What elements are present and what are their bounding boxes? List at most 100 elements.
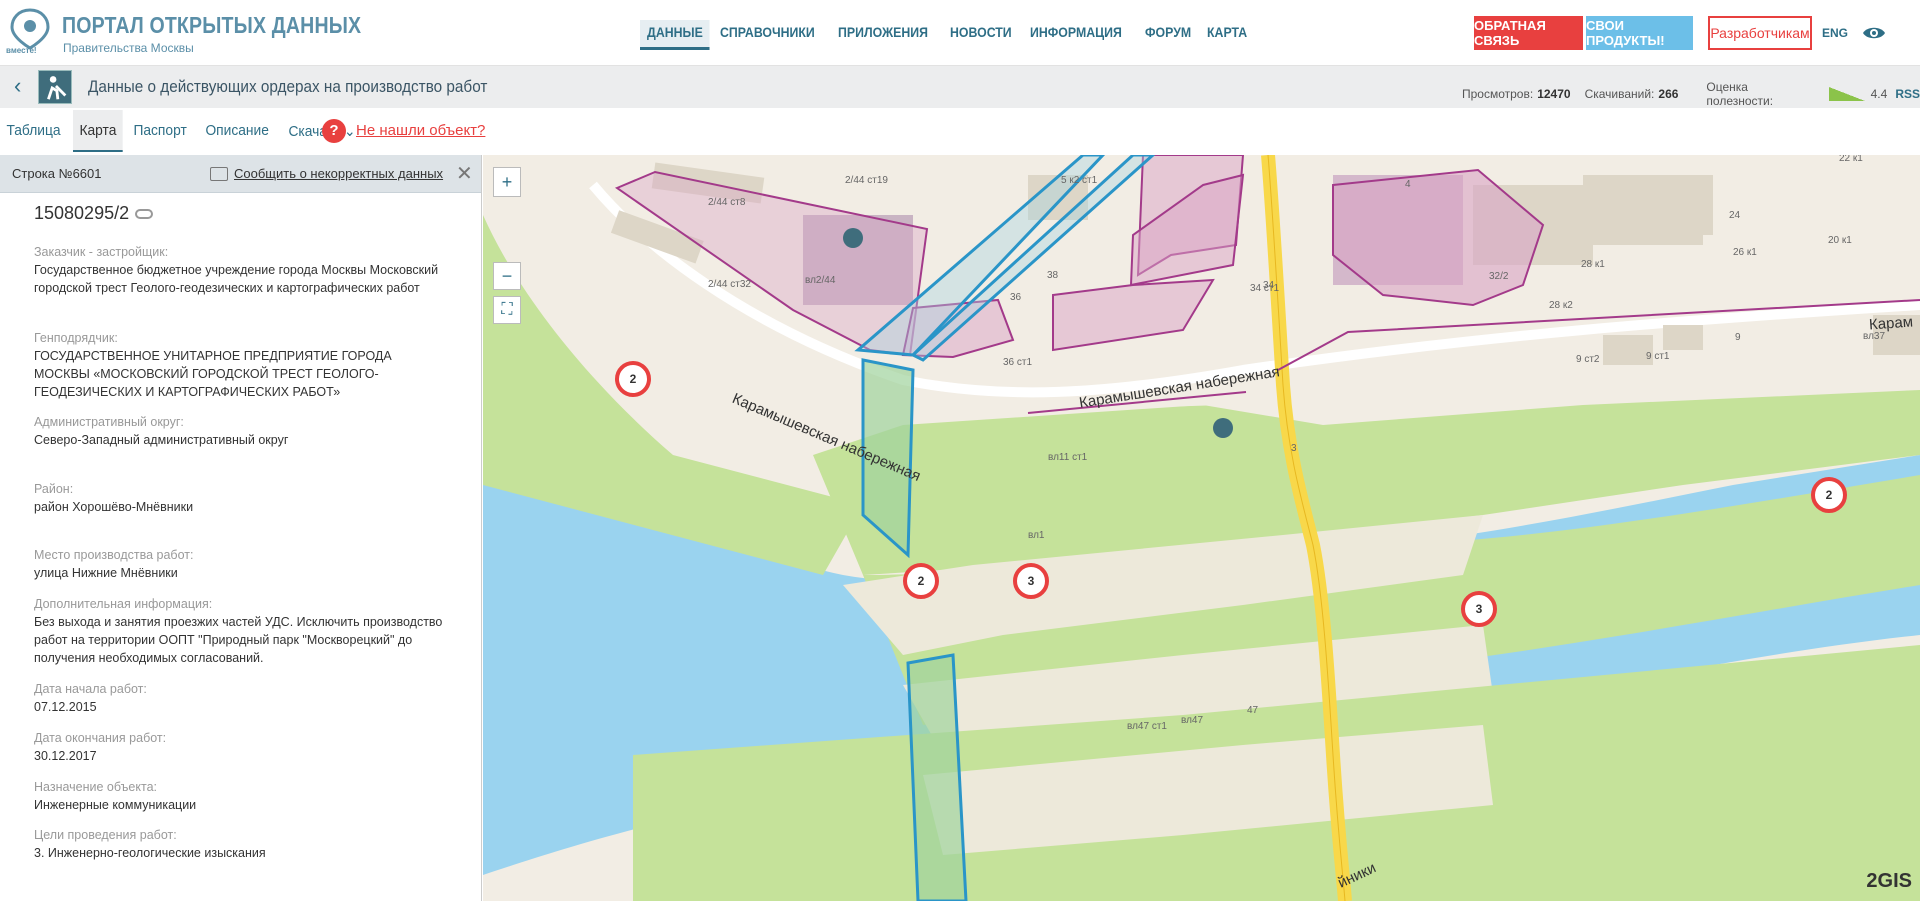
building-label: вл47 bbox=[1181, 715, 1204, 726]
building-label: 28 к2 bbox=[1549, 300, 1573, 311]
nav-news[interactable]: НОВОСТИ bbox=[943, 20, 1019, 50]
building-label: 20 к1 bbox=[1828, 235, 1852, 246]
field-label: Район: bbox=[34, 482, 74, 496]
building-label: 3 bbox=[1291, 443, 1297, 454]
fullscreen-button[interactable]: ⛶ bbox=[493, 296, 521, 324]
field-value: Инженерные коммуникации bbox=[34, 798, 197, 812]
building bbox=[1663, 175, 1713, 235]
tab-passport[interactable]: Паспорт bbox=[127, 110, 193, 152]
map-cluster[interactable]: 2 bbox=[1811, 477, 1847, 513]
nav-map[interactable]: КАРТА bbox=[1200, 20, 1254, 50]
help-icon[interactable]: ? bbox=[322, 119, 346, 143]
map-provider-logo[interactable]: 2GIS bbox=[1866, 870, 1912, 893]
link-icon[interactable] bbox=[135, 209, 154, 220]
field-label: Назначение объекта: bbox=[34, 780, 158, 794]
field-label: Дата начала работ: bbox=[34, 682, 147, 696]
building-label: 36 ст1 bbox=[1003, 357, 1033, 368]
field-label: Дополнительная информация: bbox=[34, 597, 213, 611]
field-value: Государственное бюджетное учреждение гор… bbox=[34, 263, 439, 295]
rating-bar-icon bbox=[1829, 87, 1865, 101]
map-view[interactable]: + − ⛶ 2 2 3 3 2 Карамышевская набережная… bbox=[483, 155, 1920, 901]
back-arrow-icon[interactable]: ‹ bbox=[14, 75, 28, 97]
building-label: 24 bbox=[1729, 210, 1741, 221]
map-cluster[interactable]: 2 bbox=[903, 563, 939, 599]
field-label: Дата окончания работ: bbox=[34, 731, 167, 745]
field-value: 30.12.2017 bbox=[34, 749, 97, 763]
dataset-title: Данные о действующих ордерах на производ… bbox=[88, 77, 488, 96]
field-value: 3. Инженерно-геологические изыскания bbox=[34, 846, 266, 860]
building-label: вл2/44 bbox=[805, 275, 836, 286]
building bbox=[1663, 325, 1703, 350]
rating-label: Оценка полезности: bbox=[1706, 80, 1774, 108]
map-cluster[interactable]: 2 bbox=[615, 361, 651, 397]
building-label: 22 к1 bbox=[1839, 155, 1863, 164]
building-label: 28 к1 bbox=[1581, 259, 1605, 270]
tab-map[interactable]: Карта bbox=[72, 110, 123, 152]
building-label: 47 bbox=[1247, 705, 1259, 716]
building-label: 36 bbox=[1010, 292, 1022, 303]
dataset-stats: Просмотров: 12470 Скачиваний: 266 Оценка п… bbox=[1462, 80, 1920, 108]
logo-small-text: вместе! bbox=[6, 46, 37, 55]
rating-value[interactable]: 4.4 bbox=[1871, 87, 1888, 101]
building-label: 9 ст1 bbox=[1646, 351, 1670, 362]
dataset-bar: ‹ Данные о действующих ордерах на произв… bbox=[0, 66, 1920, 108]
building-label: вл11 ст1 bbox=[1048, 452, 1088, 463]
rss-link[interactable]: RSS bbox=[1895, 87, 1920, 101]
nav-info[interactable]: ИНФОРМАЦИЯ bbox=[1023, 20, 1129, 50]
field-value: Без выхода и занятия проезжих частей УДС… bbox=[34, 615, 443, 665]
record-panel: Строка №6601 Сообщить о некорректных дан… bbox=[0, 155, 482, 901]
field-label: Заказчик - застройщик: bbox=[34, 245, 169, 259]
map-cluster[interactable]: 3 bbox=[1461, 591, 1497, 627]
nav-directories[interactable]: СПРАВОЧНИКИ bbox=[713, 20, 822, 50]
nav-apps[interactable]: ПРИЛОЖЕНИЯ bbox=[831, 20, 935, 50]
portal-title[interactable]: ПОРТАЛ ОТКРЫТЫХ ДАННЫХ bbox=[62, 12, 361, 39]
close-icon[interactable]: ✕ bbox=[456, 161, 473, 186]
row-number: Строка №6601 bbox=[12, 166, 102, 181]
field-contractor: Генподрядчик: ГОСУДАРСТВЕННОЕ УНИТАРНОЕ П… bbox=[34, 329, 444, 401]
feedback-button[interactable]: ОБРАТНАЯ СВЯЗЬ bbox=[1474, 16, 1583, 50]
field-location: Место производства работ: улица Нижние Мн… bbox=[34, 546, 444, 582]
field-value: Северо-Западный административный округ bbox=[34, 433, 289, 447]
main-nav: ДАННЫЕ СПРАВОЧНИКИ ПРИЛОЖЕНИЯ НОВОСТИ ИН… bbox=[640, 20, 1256, 50]
building-label: 5 к2 ст1 bbox=[1061, 175, 1098, 186]
portal-subtitle: Правительства Москвы bbox=[63, 41, 194, 55]
field-value: район Хорошёво-Мнёвники bbox=[34, 500, 194, 514]
top-header: вместе! ПОРТАЛ ОТКРЫТЫХ ДАННЫХ Правитель… bbox=[0, 0, 1920, 66]
dataset-category-icon bbox=[38, 70, 72, 104]
developers-button[interactable]: Разработчикам bbox=[1708, 16, 1812, 50]
field-purpose: Назначение объекта: Инженерные коммуникац… bbox=[34, 778, 444, 814]
field-end-date: Дата окончания работ: 30.12.2017 bbox=[34, 729, 444, 765]
field-district: Административный округ: Северо-Западный а… bbox=[34, 413, 444, 449]
tab-table[interactable]: Таблица bbox=[0, 110, 67, 152]
record-id-text: 15080295/2 bbox=[34, 203, 130, 223]
lang-switch[interactable]: ENG bbox=[1822, 26, 1848, 40]
downloads-count: 266 bbox=[1658, 87, 1679, 101]
tab-description[interactable]: Описание bbox=[199, 110, 275, 152]
views-count: 12470 bbox=[1537, 87, 1571, 101]
building-label: вл1 bbox=[1028, 530, 1045, 541]
your-products-button[interactable]: СВОИ ПРОДУКТЫ! bbox=[1586, 16, 1693, 50]
building-label: 9 bbox=[1735, 332, 1741, 343]
park-pin-icon bbox=[1213, 418, 1233, 438]
field-label: Генподрядчик: bbox=[34, 331, 118, 345]
map-canvas[interactable] bbox=[483, 155, 1920, 901]
building-label: 32/2 bbox=[1489, 271, 1509, 282]
field-label: Место производства работ: bbox=[34, 548, 194, 562]
nav-forum[interactable]: ФОРУМ bbox=[1138, 20, 1198, 50]
map-cluster[interactable]: 3 bbox=[1013, 563, 1049, 599]
building-label: 9 ст2 bbox=[1576, 354, 1600, 365]
building-label: вл47 ст1 bbox=[1127, 721, 1167, 732]
not-found-link[interactable]: Не нашли объект? bbox=[356, 122, 485, 139]
building-label: 2/44 ст19 bbox=[845, 175, 888, 186]
field-label: Цели проведения работ: bbox=[34, 828, 177, 842]
fullscreen-icon: ⛶ bbox=[501, 301, 513, 318]
report-incorrect-link[interactable]: Сообщить о некорректных данных bbox=[210, 166, 443, 181]
building-label: 38 bbox=[1047, 270, 1059, 281]
zoom-out-button[interactable]: − bbox=[493, 262, 521, 290]
field-label: Административный округ: bbox=[34, 415, 184, 429]
nav-data[interactable]: ДАННЫЕ bbox=[640, 20, 710, 50]
zoom-in-button[interactable]: + bbox=[494, 168, 520, 196]
record-id: 15080295/2 bbox=[34, 203, 154, 224]
comment-icon bbox=[210, 166, 228, 181]
eye-icon[interactable] bbox=[1862, 24, 1886, 42]
